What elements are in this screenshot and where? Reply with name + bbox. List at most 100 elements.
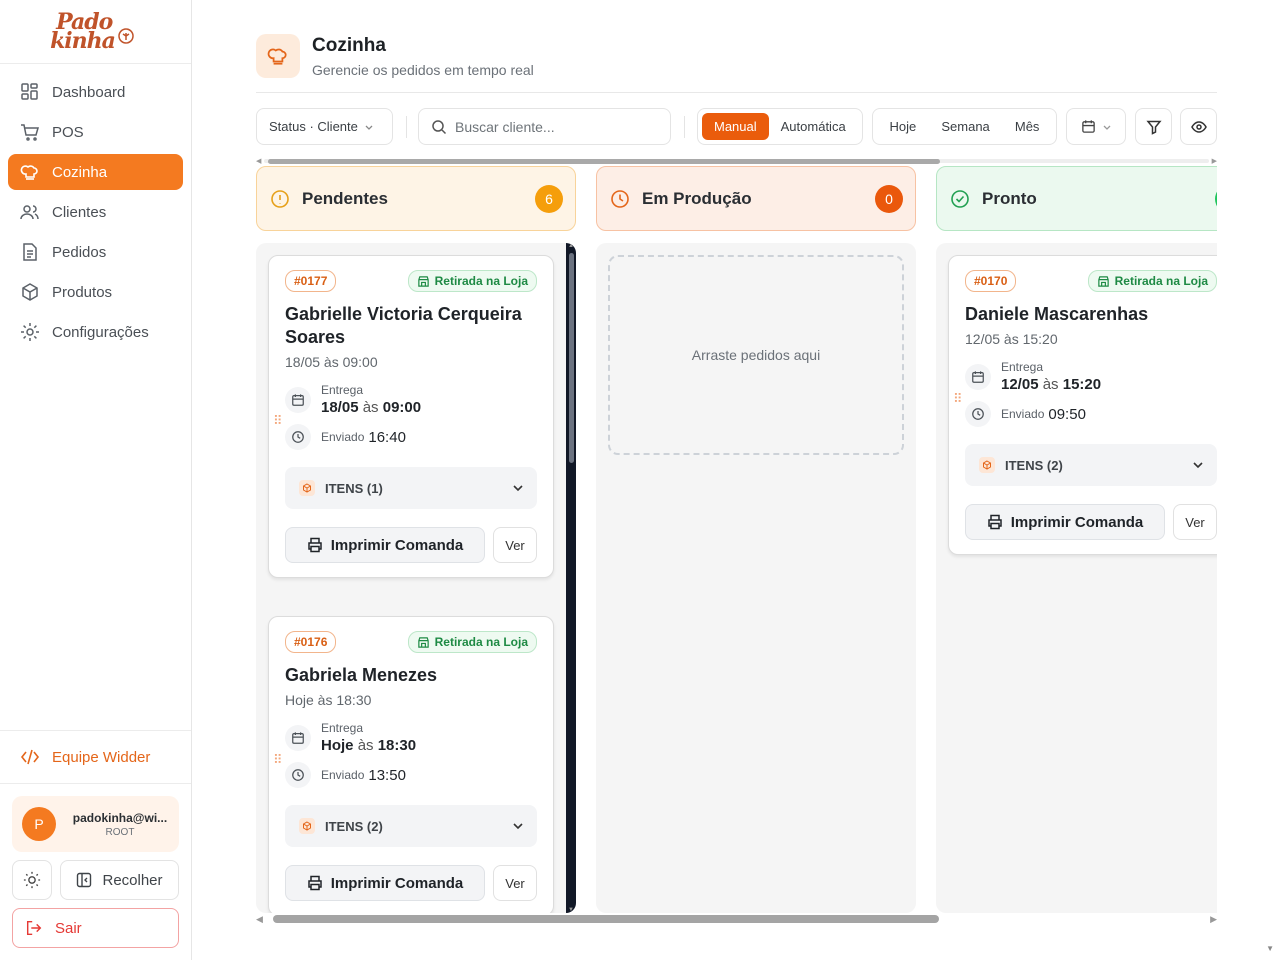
search-input[interactable] <box>455 118 655 135</box>
scheduled-date: Hoje às 18:30 <box>285 692 372 708</box>
period-today-button[interactable]: Hoje <box>878 113 929 140</box>
delivery-at: às <box>1042 376 1059 393</box>
team-link[interactable]: Equipe Widder <box>0 730 191 784</box>
sidebar-nav: Dashboard POS Cozinha Clientes Pedidos P… <box>0 64 191 350</box>
theme-toggle-button[interactable] <box>12 860 52 900</box>
store-icon <box>1097 275 1109 287</box>
team-link-label: Equipe Widder <box>52 748 151 766</box>
sidebar-item-label: Produtos <box>52 283 113 301</box>
scheduled-date: 12/05 às 15:20 <box>965 331 1058 347</box>
sidebar-item-pos[interactable]: POS <box>8 114 183 150</box>
brand-logo[interactable]: Pado kinha <box>0 0 191 64</box>
column-body-pendentes: ⠿ #0177 Retirada na Loja Gabrielle Victo… <box>256 243 576 913</box>
items-accordion[interactable]: ITENS (1) <box>285 467 537 509</box>
horizontal-scrollbar-bottom[interactable]: ◀ ▶ <box>256 913 1217 925</box>
delivery-label: Entrega <box>321 383 364 397</box>
scroll-right-arrow[interactable]: ▶ <box>1212 157 1217 165</box>
column-title: Pronto <box>982 188 1037 208</box>
items-accordion[interactable]: ITENS (2) <box>285 805 537 847</box>
logout-button[interactable]: Sair <box>12 908 179 948</box>
check-circle-icon <box>951 189 969 208</box>
items-accordion[interactable]: ITENS (2) <box>965 444 1217 486</box>
customer-name: Gabriela Menezes <box>285 665 438 685</box>
page-subtitle: Gerencie os pedidos em tempo real <box>312 61 534 78</box>
pickup-label: Retirada na Loja <box>434 635 528 649</box>
delivery-label: Entrega <box>1001 360 1044 374</box>
mode-manual-button[interactable]: Manual <box>702 113 769 140</box>
customer-name: Gabrielle Victoria Cerqueira Soares <box>285 304 522 347</box>
sidebar-item-clientes[interactable]: Clientes <box>8 194 183 230</box>
collapse-sidebar-button[interactable]: Recolher <box>60 860 179 900</box>
horizontal-scrollbar-top[interactable]: ◀ ▶ <box>256 157 1217 165</box>
drop-zone[interactable]: Arraste pedidos aqui <box>608 255 904 455</box>
pickup-badge: Retirada na Loja <box>407 270 537 292</box>
column-scrollbar[interactable]: ▲ ▼ <box>566 243 576 913</box>
sidebar-item-cozinha[interactable]: Cozinha <box>8 154 183 190</box>
order-card[interactable]: ⠿ #0177 Retirada na Loja Gabrielle Victo… <box>268 255 554 578</box>
divider <box>684 116 685 138</box>
clock-icon <box>965 401 991 427</box>
sidebar-item-configuracoes[interactable]: Configurações <box>8 314 183 350</box>
kanban-board: Pendentes 6 ⠿ #0177 Retirada na Loja Gab… <box>256 166 1217 928</box>
sidebar-item-dashboard[interactable]: Dashboard <box>8 74 183 110</box>
chevron-down-icon <box>513 823 523 830</box>
scroll-thumb[interactable] <box>273 915 939 923</box>
print-order-button[interactable]: Imprimir Comanda <box>965 504 1165 540</box>
scheduled-date: 18/05 às 09:00 <box>285 354 378 370</box>
sent-time: 16:40 <box>368 428 406 446</box>
drag-handle-icon[interactable]: ⠿ <box>953 392 962 405</box>
calendar-icon <box>285 724 311 751</box>
scroll-left-arrow[interactable]: ◀ <box>256 157 261 165</box>
eye-icon <box>1190 120 1207 133</box>
delivery-date: Hoje <box>321 737 354 754</box>
scroll-up-arrow[interactable]: ▲ <box>568 243 574 249</box>
items-label: ITENS (2) <box>1005 457 1063 473</box>
customer-name: Daniele Mascarenhas <box>965 304 1149 324</box>
period-week-button[interactable]: Semana <box>929 113 1001 140</box>
date-picker-button[interactable] <box>1066 108 1126 145</box>
page-scroll-down-arrow[interactable]: ▼ <box>1266 944 1274 953</box>
view-order-button[interactable]: Ver <box>493 527 537 563</box>
clock-icon <box>285 762 311 788</box>
view-order-button[interactable]: Ver <box>1173 504 1217 540</box>
print-order-button[interactable]: Imprimir Comanda <box>285 527 485 563</box>
scroll-left-arrow[interactable]: ◀ <box>256 914 263 925</box>
calendar-icon <box>285 386 311 413</box>
delivery-datetime: Hoje às 18:30 <box>321 737 416 754</box>
view-order-button[interactable]: Ver <box>493 865 537 901</box>
column-header-pendentes: Pendentes 6 <box>256 166 576 231</box>
package-icon <box>22 283 38 301</box>
scroll-thumb[interactable] <box>268 159 940 164</box>
delivery-date: 18/05 <box>321 399 359 416</box>
package-icon <box>299 818 315 834</box>
avatar: P <box>22 807 56 841</box>
chevron-down-icon <box>365 125 373 130</box>
filter-button[interactable] <box>1135 108 1172 145</box>
column-title: Em Produção <box>642 188 752 208</box>
chevron-down-icon <box>513 485 523 492</box>
scroll-thumb[interactable] <box>569 253 574 463</box>
page-header: Cozinha Gerencie os pedidos em tempo rea… <box>256 34 534 78</box>
user-role: ROOT <box>105 826 135 838</box>
mode-automatic-button[interactable]: Automática <box>769 113 858 140</box>
logout-label: Sair <box>55 919 82 937</box>
user-card[interactable]: P padokinha@wi... ROOT <box>12 796 179 852</box>
sidebar-item-pedidos[interactable]: Pedidos <box>8 234 183 270</box>
scroll-right-arrow[interactable]: ▶ <box>1210 914 1217 925</box>
visibility-button[interactable] <box>1180 108 1217 145</box>
status-filter-dropdown[interactable]: Status · Cliente <box>256 108 393 145</box>
period-month-button[interactable]: Mês <box>1003 113 1052 140</box>
sidebar-collapse-icon <box>77 872 92 888</box>
column-count-badge: 0 <box>875 185 903 213</box>
column-count-badge <box>1215 185 1217 213</box>
drag-handle-icon[interactable]: ⠿ <box>273 753 282 766</box>
collapse-label: Recolher <box>102 871 163 889</box>
sidebar-item-produtos[interactable]: Produtos <box>8 274 183 310</box>
order-card[interactable]: ⠿ #0170 Retirada na Loja Daniele Mascare… <box>948 255 1217 555</box>
print-order-button[interactable]: Imprimir Comanda <box>285 865 485 901</box>
chevron-down-icon <box>1193 462 1203 469</box>
card-actions: Imprimir Comanda Ver <box>965 504 1217 540</box>
sidebar-item-label: Cozinha <box>52 163 108 181</box>
order-card[interactable]: ⠿ #0176 Retirada na Loja Gabriela Meneze… <box>268 616 554 913</box>
drag-handle-icon[interactable]: ⠿ <box>273 414 282 427</box>
